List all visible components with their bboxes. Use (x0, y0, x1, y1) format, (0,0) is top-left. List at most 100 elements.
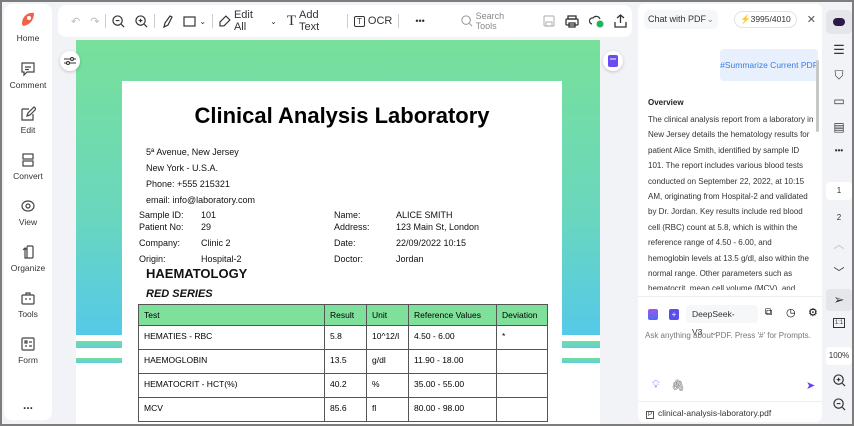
ai-document-icon (608, 55, 618, 67)
field-label: Patient No: (139, 222, 184, 232)
comments-panel-icon[interactable]: ▭ (826, 94, 852, 108)
overview-text: The clinical analysis report from a labo… (648, 115, 814, 290)
select-tool-button[interactable]: ➢ (826, 289, 852, 311)
redo-button[interactable]: ↷ (85, 5, 104, 37)
column-header: Test (138, 304, 325, 326)
table-cell: HEMATIES - RBC (138, 325, 325, 350)
pdf-page: Clinical Analysis Laboratory 5ª Avenue, … (122, 81, 562, 424)
field-label: Address: (334, 222, 370, 232)
more-tools-button[interactable]: ••• (410, 5, 429, 37)
chat-panel: Chat with PDF ⌄ ⚡3995/4010 ✕ #Summarize C… (638, 4, 822, 422)
chevron-down-icon: ⌄ (199, 16, 207, 26)
table-row: HEMATIES - RBC 5.8 10^12/l 4.50 - 6.00 * (138, 325, 548, 350)
zoom-in-button[interactable] (130, 5, 153, 37)
bookmark-icon[interactable]: ⛉ (826, 68, 852, 83)
chat-mode-dropdown[interactable]: Chat with PDF ⌄ (644, 9, 718, 29)
search-tools-input[interactable]: Search Tools (456, 5, 532, 37)
actual-size-button[interactable]: 1:1 (826, 318, 852, 328)
sidebar-item-view[interactable]: View (4, 198, 52, 227)
field-value: ALICE SMITH (396, 210, 453, 220)
sidebar-item-organize[interactable]: Organize (4, 244, 52, 273)
field-label: Name: (334, 210, 361, 220)
sidebar-more-button[interactable]: ... (4, 398, 52, 412)
lightbulb-icon[interactable]: 💡︎ (652, 379, 660, 392)
sidebar-item-home[interactable]: Home (4, 10, 52, 43)
field-label: Sample ID: (139, 210, 184, 220)
edit-icon (21, 106, 36, 121)
subsection-heading: RED SERIES (146, 288, 213, 300)
table-cell (496, 397, 548, 422)
ai-assistant-float-button[interactable] (603, 51, 623, 71)
chevron-down-icon: ⌄ (706, 13, 714, 24)
sidebar-item-form[interactable]: Form (4, 336, 52, 365)
highlighter-button[interactable] (156, 5, 178, 37)
divider (154, 14, 156, 28)
sidebar-label: Form (18, 355, 38, 365)
table-cell: 85.6 (324, 397, 367, 422)
share-button[interactable] (609, 5, 632, 37)
sidebar-item-comment[interactable]: Comment (4, 61, 52, 90)
zoom-in-button[interactable] (826, 374, 852, 389)
add-text-button[interactable]: T Add Text (282, 5, 346, 37)
sidebar-item-tools[interactable]: Tools (4, 290, 52, 319)
table-cell (496, 349, 548, 374)
sidebar-item-edit[interactable]: Edit (4, 106, 52, 135)
credits-count: 3995/4010 (750, 13, 791, 24)
model-dropdown[interactable]: DeepSeek-V3 ⌄ (686, 305, 758, 337)
zoom-out-icon (112, 14, 125, 27)
edit-all-button[interactable]: Edit All ⌄ (214, 5, 282, 37)
form-fields-icon[interactable]: ▤ (826, 120, 852, 134)
ai-document-icon[interactable] (648, 309, 658, 320)
attached-file[interactable]: Pclinical-analysis-laboratory.pdf (638, 401, 822, 424)
shape-button[interactable]: ⌄ (178, 5, 211, 37)
credits-badge[interactable]: ⚡3995/4010 (734, 10, 797, 28)
organize-icon (22, 245, 34, 259)
chat-scrollbar[interactable] (816, 60, 819, 132)
close-chat-button[interactable]: ✕ (807, 13, 816, 26)
chat-mode-label: Chat with PDF (648, 13, 707, 24)
sidebar-item-convert[interactable]: Convert (4, 152, 52, 181)
zoom-out-icon (832, 398, 845, 411)
history-icon[interactable]: ◷ (786, 306, 796, 319)
ai-robot-icon (833, 18, 845, 26)
user-message: #Summarize Current PDF (720, 49, 818, 81)
address-line: 5ª Avenue, New Jersey (146, 147, 239, 157)
filter-settings-button[interactable] (60, 51, 80, 71)
undo-button[interactable]: ↶ (66, 5, 85, 37)
next-page-button[interactable]: ﹀ (826, 264, 852, 280)
ai-tool-icon[interactable]: + (669, 309, 679, 320)
chat-input[interactable]: Ask anything about PDF. Press '#' for Pr… (645, 331, 811, 340)
new-chat-icon[interactable]: ⧉ (765, 307, 772, 318)
ai-chat-toggle[interactable] (826, 10, 852, 34)
cloud-sync-button[interactable] (584, 5, 609, 37)
more-button[interactable]: ••• (826, 146, 852, 155)
divider (398, 14, 400, 28)
zoom-level[interactable]: 100% (826, 347, 852, 365)
zoom-out-button[interactable] (826, 398, 852, 413)
left-sidebar: Home Comment Edit Convert View Organize … (4, 4, 52, 420)
page-1-button[interactable]: 1 (826, 182, 852, 200)
table-row: HAEMOGLOBIN 13.5 g/dl 11.90 - 18.00 (138, 349, 548, 374)
address-line: New York - U.S.A. (146, 163, 219, 173)
send-button[interactable]: ➤ (806, 379, 815, 392)
sidebar-label: Convert (13, 171, 43, 181)
table-row: HEMATOCRIT - HCT(%) 40.2% 35.00 - 55.00 (138, 373, 548, 398)
save-button[interactable] (538, 5, 560, 37)
table-cell: % (366, 373, 409, 398)
field-value: Hospital-2 (201, 254, 242, 264)
rectangle-icon (183, 15, 197, 27)
thumbnails-icon[interactable]: ☰ (826, 42, 852, 58)
field-label: Origin: (139, 254, 166, 264)
settings-icon[interactable]: ⚙ (808, 306, 818, 319)
address-line: Phone: +555 215321 (146, 179, 230, 189)
ocr-button[interactable]: T OCR (349, 5, 397, 37)
zoom-out-button[interactable] (107, 5, 130, 37)
print-button[interactable] (560, 5, 584, 37)
column-header: Unit (366, 304, 409, 326)
text-icon: T (286, 12, 296, 29)
page-2-button[interactable]: 2 (826, 213, 852, 222)
table-cell: * (496, 325, 548, 350)
attach-icon[interactable]: 🖇︎ (671, 379, 685, 392)
table-cell: g/dl (366, 349, 409, 374)
previous-page-button[interactable]: ︿ (826, 236, 852, 252)
